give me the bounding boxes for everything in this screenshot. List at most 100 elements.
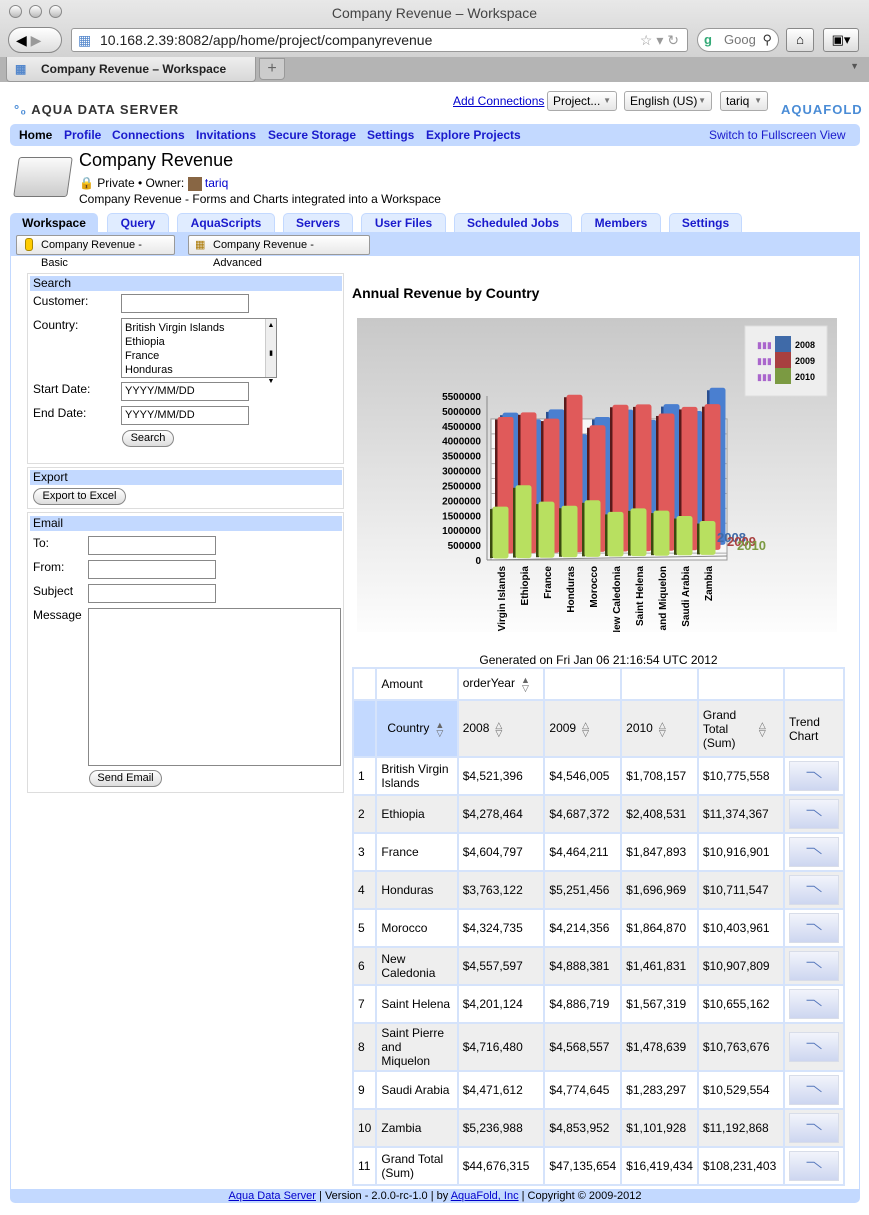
trend-chart-cell[interactable] bbox=[783, 870, 845, 910]
country-option[interactable]: British Virgin Islands bbox=[125, 321, 273, 335]
bookmarks-button[interactable]: ▣▾ bbox=[823, 28, 859, 52]
sparkline[interactable] bbox=[789, 913, 839, 943]
subtab-basic[interactable]: Company Revenue - Basic bbox=[16, 235, 175, 269]
order-year-header[interactable]: orderYear ▲ ▽ bbox=[456, 667, 546, 701]
star-icon[interactable]: ☆ ▾ ↻ bbox=[640, 29, 679, 51]
sparkline[interactable] bbox=[789, 989, 839, 1019]
end-date-label: End Date: bbox=[33, 406, 87, 420]
trend-chart-cell[interactable] bbox=[783, 1070, 845, 1110]
value-2009: $4,464,211 bbox=[543, 832, 623, 872]
message-textarea[interactable] bbox=[88, 608, 341, 766]
browser-tab[interactable]: ▦ Company Revenue – Workspace bbox=[6, 57, 256, 82]
col-header-2009[interactable]: 2009 △ ▽ bbox=[543, 699, 623, 758]
url-bar[interactable]: ▦ 10.168.2.39:8082/app/home/project/compa… bbox=[71, 28, 688, 52]
sparkline[interactable] bbox=[789, 1151, 839, 1181]
sparkline[interactable] bbox=[789, 875, 839, 905]
listbox-scrollbar[interactable]: ▲ ▮ ▼ bbox=[265, 319, 276, 385]
search-box[interactable]: g Goog ⚲ bbox=[697, 28, 779, 52]
col-header-2010[interactable]: 2010 △ ▽ bbox=[620, 699, 699, 758]
col-header-grand-total[interactable]: Grand Total (Sum) △ ▽ bbox=[696, 699, 786, 758]
sort-icon[interactable]: ▲ ▽ bbox=[521, 676, 530, 693]
sort-icon[interactable]: △ ▽ bbox=[659, 720, 666, 737]
home-icon: ⌂ bbox=[796, 32, 804, 47]
country-option[interactable]: Ethiopia bbox=[125, 335, 273, 349]
sparkline[interactable] bbox=[789, 951, 839, 981]
trend-chart-cell[interactable] bbox=[783, 832, 845, 872]
trend-chart-cell[interactable] bbox=[783, 1022, 845, 1072]
fullscreen-link[interactable]: Switch to Fullscreen View bbox=[709, 128, 846, 142]
company-link[interactable]: AquaFold, Inc bbox=[451, 1190, 519, 1202]
subtab-advanced[interactable]: ▦ Company Revenue - Advanced bbox=[188, 235, 370, 269]
tab-workspace[interactable]: Workspace bbox=[10, 213, 98, 233]
col-header-2008[interactable]: 2008 △ ▽ bbox=[456, 699, 546, 758]
sparkline[interactable] bbox=[789, 799, 839, 829]
new-tab-button[interactable]: + bbox=[259, 58, 285, 80]
country-header[interactable]: Country ▲ ▽ bbox=[375, 699, 459, 758]
value-2010: $2,408,531 bbox=[620, 794, 699, 834]
back-icon[interactable]: ◀ bbox=[16, 32, 27, 48]
logo-text: AQUA DATA SERVER bbox=[31, 102, 180, 117]
value-2009: $4,214,356 bbox=[543, 908, 623, 948]
to-input[interactable] bbox=[88, 536, 216, 555]
grand-total-cell: $10,529,554 bbox=[696, 1070, 786, 1110]
nav-profile[interactable]: Profile bbox=[64, 128, 101, 142]
legend-bar-icon: ▮▮▮ bbox=[757, 372, 772, 382]
send-email-button[interactable]: Send Email bbox=[89, 770, 162, 787]
owner-link[interactable]: tariq bbox=[205, 176, 228, 190]
project-description: Company Revenue - Forms and Charts integ… bbox=[79, 192, 441, 206]
from-input[interactable] bbox=[88, 560, 216, 579]
subject-input[interactable] bbox=[88, 584, 216, 603]
sparkline[interactable] bbox=[789, 1113, 839, 1143]
export-excel-button[interactable]: Export to Excel bbox=[33, 488, 126, 505]
sort-icon[interactable]: △ ▽ bbox=[759, 720, 766, 737]
sort-icon[interactable]: ▲ ▽ bbox=[435, 720, 444, 737]
nav-settings[interactable]: Settings bbox=[367, 128, 414, 142]
sparkline[interactable] bbox=[789, 761, 839, 791]
tab-list-icon[interactable]: ▼ bbox=[850, 61, 859, 71]
project-select[interactable]: Project... ▼ bbox=[547, 91, 617, 111]
tab-members[interactable]: Members bbox=[581, 213, 661, 233]
back-forward-buttons[interactable]: ◀ ▶ bbox=[8, 27, 62, 53]
language-select[interactable]: English (US) ▼ bbox=[624, 91, 712, 111]
forward-icon[interactable]: ▶ bbox=[31, 32, 42, 48]
country-option[interactable]: Honduras bbox=[125, 363, 273, 377]
trend-chart-cell[interactable] bbox=[783, 1108, 845, 1148]
customer-input[interactable] bbox=[121, 294, 249, 313]
tab-scheduled-jobs[interactable]: Scheduled Jobs bbox=[454, 213, 572, 233]
add-connections-link[interactable]: Add Connections bbox=[453, 94, 544, 108]
nav-connections[interactable]: Connections bbox=[112, 128, 185, 142]
tab-query[interactable]: Query bbox=[107, 213, 169, 233]
trend-chart-cell[interactable] bbox=[783, 756, 845, 796]
nav-explore-projects[interactable]: Explore Projects bbox=[426, 128, 521, 142]
sort-icon[interactable]: △ ▽ bbox=[582, 720, 589, 737]
nav-home[interactable]: Home bbox=[19, 128, 52, 142]
sparkline[interactable] bbox=[789, 837, 839, 867]
sparkline[interactable] bbox=[789, 1032, 839, 1062]
country-listbox[interactable]: British Virgin Islands Ethiopia France H… bbox=[121, 318, 277, 385]
tab-aquascripts[interactable]: AquaScripts bbox=[177, 213, 275, 233]
trend-chart-cell[interactable] bbox=[783, 1146, 845, 1186]
trend-chart-cell[interactable] bbox=[783, 908, 845, 948]
tab-user-files[interactable]: User Files bbox=[361, 213, 446, 233]
product-link[interactable]: Aqua Data Server bbox=[229, 1190, 316, 1202]
sparkline[interactable] bbox=[789, 1075, 839, 1105]
nav-invitations[interactable]: Invitations bbox=[196, 128, 256, 142]
project-meta: 🔒 Private • Owner: tariq bbox=[79, 176, 228, 191]
magnifier-icon[interactable]: ⚲ bbox=[762, 29, 772, 51]
home-button[interactable]: ⌂ bbox=[786, 28, 814, 52]
user-select[interactable]: tariq ▼ bbox=[720, 91, 768, 111]
nav-secure-storage[interactable]: Secure Storage bbox=[268, 128, 356, 142]
y-tick-label: 2000000 bbox=[442, 496, 481, 507]
tab-settings[interactable]: Settings bbox=[669, 213, 742, 233]
end-date-input[interactable]: YYYY/MM/DD bbox=[121, 406, 249, 425]
trend-chart-cell[interactable] bbox=[783, 946, 845, 986]
dropdown-arrow-icon: ▼ bbox=[603, 96, 611, 105]
trend-chart-cell[interactable] bbox=[783, 794, 845, 834]
start-date-input[interactable]: YYYY/MM/DD bbox=[121, 382, 249, 401]
sort-icon[interactable]: △ ▽ bbox=[495, 720, 502, 737]
country-option[interactable]: France bbox=[125, 349, 273, 363]
col-label: Grand Total (Sum) bbox=[702, 707, 737, 750]
tab-servers[interactable]: Servers bbox=[283, 213, 353, 233]
search-button[interactable]: Search bbox=[122, 430, 174, 447]
trend-chart-cell[interactable] bbox=[783, 984, 845, 1024]
